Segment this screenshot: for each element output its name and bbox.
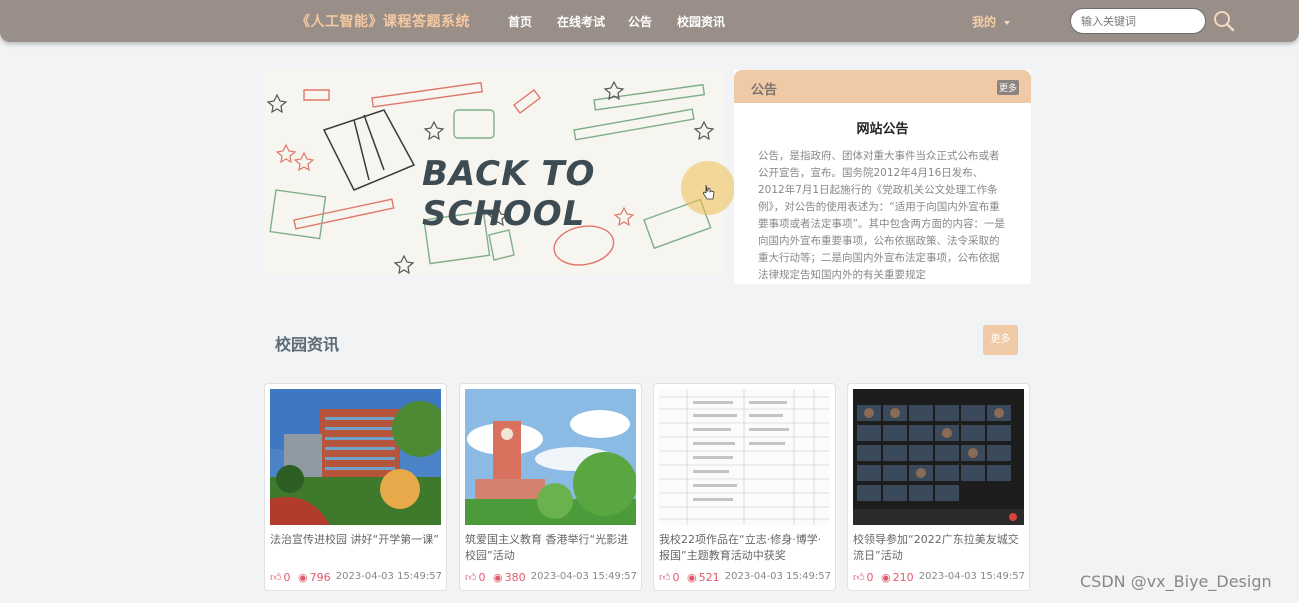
view-count: 796 (309, 571, 331, 584)
site-brand[interactable]: 《人工智能》课程答题系统 (296, 11, 470, 31)
eye-icon: ◉ (493, 571, 503, 584)
notice-body-text: 公告，是指政府、团体对重大事件当众正式公布或者公开宣告，宣布。国务院2012年4… (758, 150, 1005, 281)
news-card-title[interactable]: 我校22项作品在“立志·修身·博学·报国”主题教育活动中获奖 (659, 532, 831, 564)
nav-item-campus-news[interactable]: 校园资讯 (677, 13, 725, 30)
view-count: 380 (504, 571, 526, 584)
news-card-image[interactable] (659, 389, 830, 525)
news-card-title[interactable]: 校领导参加“2022广东拉美友城交流日”活动 (853, 532, 1025, 564)
news-card[interactable]: 校领导参加“2022广东拉美友城交流日”活动 👍︎ 0 ◉ 210 2023-04-… (847, 383, 1030, 591)
news-more-button[interactable]: 更多 (983, 325, 1018, 355)
news-card-meta: 👍︎ 0 ◉ 210 2023-04-03 15:49:57 (853, 571, 1025, 584)
news-card-date: 2023-04-03 15:49:57 (335, 571, 442, 582)
like-count: 0 (672, 571, 680, 584)
notice-panel: 公告 更多 网站公告 公告，是指政府、团体对重大事件当众正式公布或者公开宣告，宣… (734, 70, 1031, 284)
news-card-meta: 👍︎ 0 ◉ 796 2023-04-03 15:49:57 (270, 571, 442, 584)
thumbs-up-icon[interactable]: 👍︎ (465, 571, 477, 584)
search-icon[interactable] (1212, 9, 1236, 33)
like-count: 0 (283, 571, 291, 584)
user-menu[interactable]: 我的 (972, 13, 1011, 30)
section-title-campus-news: 校园资讯 (275, 335, 340, 354)
notice-more-button[interactable]: 更多 (997, 80, 1020, 95)
user-menu-label: 我的 (972, 15, 997, 29)
news-card-image[interactable] (465, 389, 636, 525)
like-count: 0 (478, 571, 486, 584)
news-card-title[interactable]: 筑爱国主义教育 香港举行“光影进校园”活动 (465, 532, 637, 564)
notice-heading[interactable]: 网站公告 (734, 118, 1031, 137)
thumbs-up-icon[interactable]: 👍︎ (270, 571, 282, 584)
caret-down-icon (1004, 20, 1011, 25)
banner-carousel[interactable]: BACK TO SCHOOL (264, 70, 723, 274)
search-input[interactable] (1070, 8, 1206, 34)
news-card-meta: 👍︎ 0 ◉ 521 2023-04-03 15:49:57 (659, 571, 831, 584)
eye-icon: ◉ (687, 571, 697, 584)
news-card[interactable]: 法治宣传进校园 讲好“开学第一课” 👍︎ 0 ◉ 796 2023-04-03 15… (264, 383, 447, 591)
news-card-image[interactable] (270, 389, 441, 525)
view-count: 521 (698, 571, 720, 584)
top-navbar: 《人工智能》课程答题系统 首页 在线考试 公告 校园资讯 我的 (0, 0, 1299, 42)
nav-item-home[interactable]: 首页 (508, 13, 532, 30)
thumbs-up-icon[interactable]: 👍︎ (659, 571, 671, 584)
news-card-image[interactable] (853, 389, 1024, 525)
eye-icon: ◉ (298, 571, 308, 584)
news-card-date: 2023-04-03 15:49:57 (530, 571, 637, 582)
news-card[interactable]: 我校22项作品在“立志·修身·博学·报国”主题教育活动中获奖 👍︎ 0 ◉ 521 … (653, 383, 836, 591)
nav-item-online-exam[interactable]: 在线考试 (557, 13, 605, 30)
nav-item-notice[interactable]: 公告 (628, 13, 652, 30)
watermark: CSDN @vx_Biye_Design (1080, 572, 1272, 591)
notice-panel-title: 公告 (751, 83, 778, 98)
news-card-date: 2023-04-03 15:49:57 (724, 571, 831, 582)
news-card-title[interactable]: 法治宣传进校园 讲好“开学第一课” (270, 532, 442, 564)
news-card[interactable]: 筑爱国主义教育 香港举行“光影进校园”活动 👍︎ 0 ◉ 380 2023-04-0… (459, 383, 642, 591)
notice-panel-header: 公告 更多 (734, 70, 1031, 103)
hand-cursor-icon (702, 184, 715, 204)
eye-icon: ◉ (881, 571, 891, 584)
news-card-meta: 👍︎ 0 ◉ 380 2023-04-03 15:49:57 (465, 571, 637, 584)
thumbs-up-icon[interactable]: 👍︎ (853, 571, 865, 584)
news-card-date: 2023-04-03 15:49:57 (918, 571, 1025, 582)
like-count: 0 (866, 571, 874, 584)
view-count: 210 (892, 571, 914, 584)
banner-headline: BACK TO SCHOOL (422, 154, 596, 234)
